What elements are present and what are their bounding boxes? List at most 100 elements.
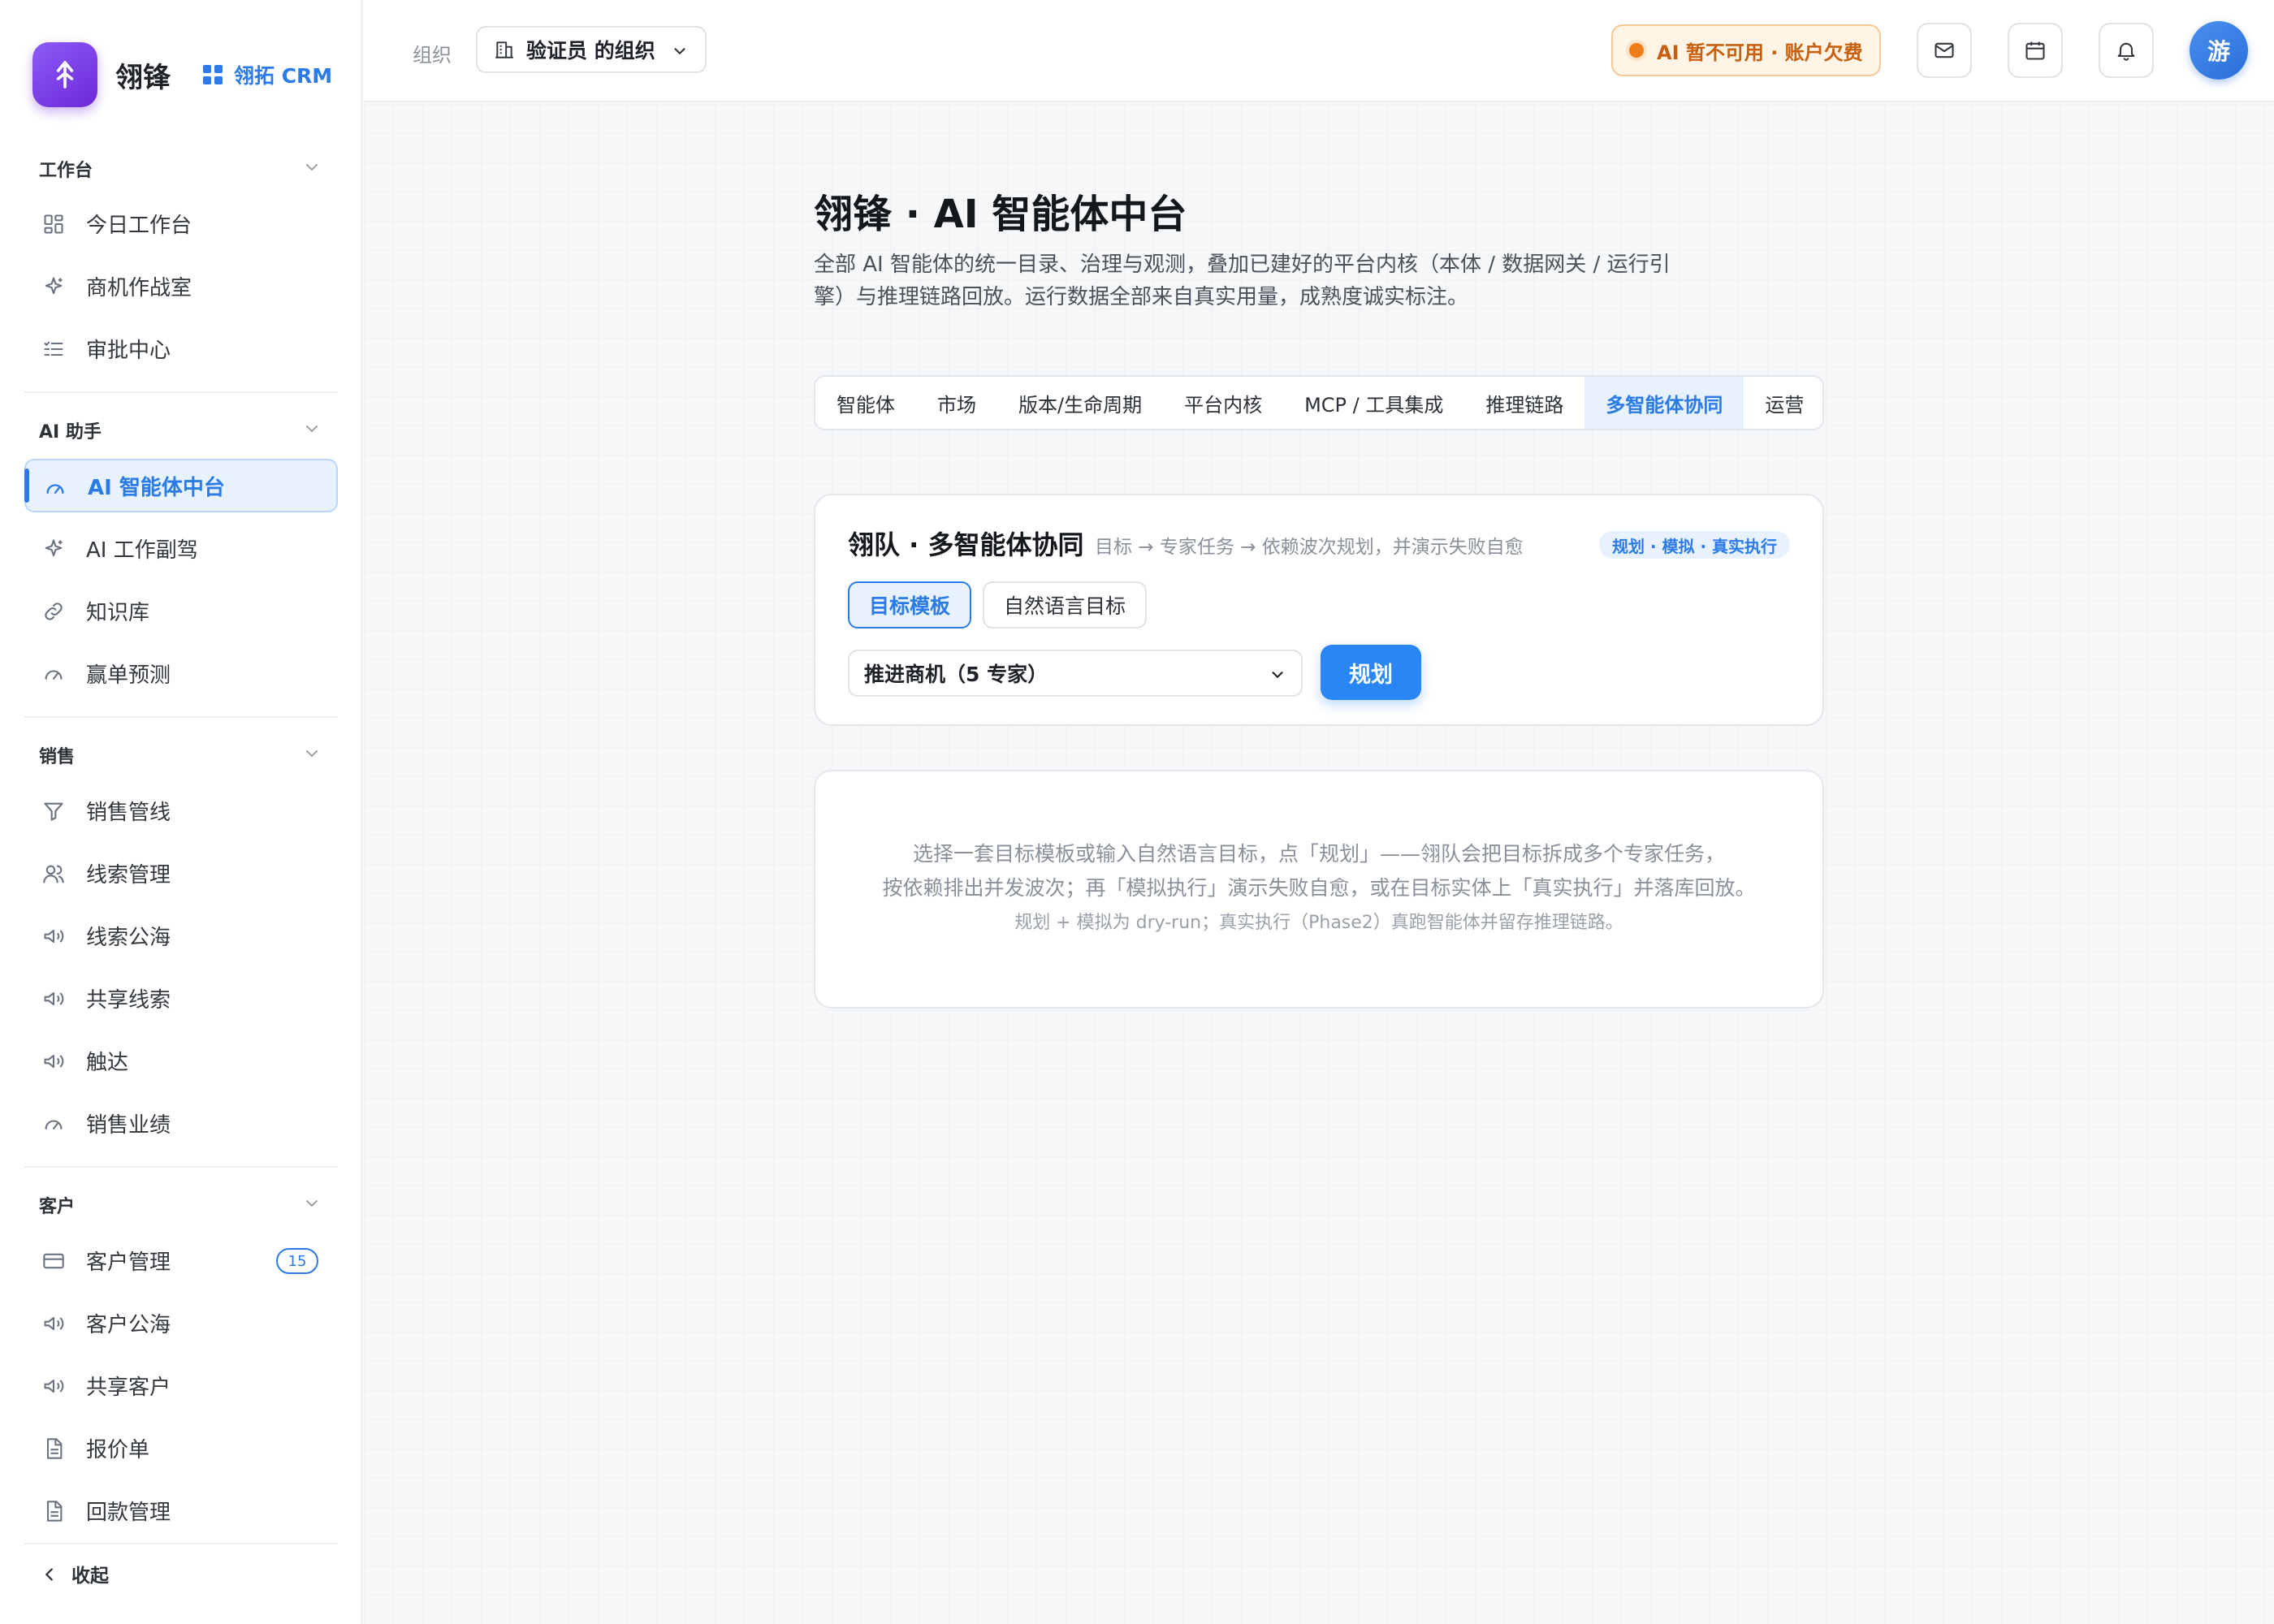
sidebar-item-forecast[interactable]: 赢单预测 <box>24 646 338 700</box>
tab-platform-core[interactable]: 平台内核 <box>1163 377 1283 429</box>
chevron-down-icon[interactable] <box>302 158 322 177</box>
plan-button[interactable]: 规划 <box>1321 645 1421 700</box>
tab-bar: 智能体 市场 版本/生命周期 平台内核 MCP / 工具集成 推理链路 多智能体… <box>814 375 1824 430</box>
nav-group-workbench[interactable]: 工作台 <box>39 156 93 182</box>
template-select[interactable]: 推进商机（5 专家） <box>848 650 1303 697</box>
avatar[interactable]: 游 <box>2190 21 2248 80</box>
megaphone-icon <box>44 991 64 1006</box>
multi-agent-card: 翎队 · 多智能体协同 目标 → 专家任务 → 依赖波次规划，并演示失败自愈 规… <box>814 494 1824 726</box>
nav-group-sales[interactable]: 销售 <box>39 742 75 768</box>
sidebar-item-today[interactable]: 今日工作台 <box>24 197 338 250</box>
chevron-down-icon <box>1272 672 1283 679</box>
bell-icon <box>2117 42 2135 61</box>
template-select-value: 推进商机（5 专家） <box>864 663 1048 686</box>
product-name: 翎拓 CRM <box>234 64 333 88</box>
chevron-down-icon <box>674 48 685 55</box>
ai-status-text: AI 暂不可用 · 账户欠费 <box>1657 41 1863 64</box>
sidebar-item-sales-performance[interactable]: 销售业绩 <box>24 1096 338 1150</box>
sidebar-item-label: 回款管理 <box>86 1500 171 1525</box>
chevron-down-icon[interactable] <box>302 419 322 438</box>
chevron-down-icon[interactable] <box>302 744 322 763</box>
sidebar-item-label: 线索公海 <box>86 925 171 950</box>
empty-hint-line-2: 按依赖排出并发波次；再「模拟执行」演示失败自愈，或在目标实体上「真实执行」并落库… <box>882 876 1756 900</box>
sidebar-item-label: 客户公海 <box>86 1312 171 1337</box>
sidebar: 翎锋 翎拓 CRM 工作台 今日工作台 商机作战室 审批中心 AI 助手 AI … <box>0 0 362 1624</box>
mode-pill: 规划 · 模拟 · 真实执行 <box>1598 531 1790 559</box>
megaphone-icon <box>44 1054 64 1069</box>
tab-versions[interactable]: 版本/生命周期 <box>997 377 1163 429</box>
sidebar-item-label: 触达 <box>86 1050 129 1075</box>
notifications-button[interactable] <box>2099 23 2154 78</box>
gauge-icon <box>45 1120 63 1129</box>
brand-logo-icon <box>32 42 97 107</box>
sidebar-item-label: 线索管理 <box>86 862 171 888</box>
sidebar-item-label: 今日工作台 <box>86 213 192 238</box>
sidebar-item-outreach[interactable]: 触达 <box>24 1034 338 1087</box>
sidebar-item-ai-hub[interactable]: AI 智能体中台 <box>24 459 338 512</box>
sidebar-item-customers[interactable]: 客户管理 15 <box>24 1233 338 1287</box>
sidebar-item-war-room[interactable]: 商机作战室 <box>24 259 338 313</box>
sidebar-item-quotes[interactable]: 报价单 <box>24 1421 338 1475</box>
sidebar-item-label: AI 智能体中台 <box>88 475 225 500</box>
sidebar-item-label: 销售业绩 <box>86 1112 171 1138</box>
page-title: 翎锋 · AI 智能体中台 <box>814 192 1187 237</box>
sidebar-item-label: 客户管理 <box>86 1250 171 1275</box>
sidebar-item-label: 审批中心 <box>86 338 171 363</box>
top-header: 组织 验证员 的组织 AI 暂不可用 · 账户欠费 游 <box>364 0 2274 102</box>
megaphone-icon <box>44 1379 64 1393</box>
sidebar-collapse-button[interactable]: 收起 <box>24 1543 338 1603</box>
sidebar-item-payments[interactable]: 回款管理 <box>24 1484 338 1537</box>
brand[interactable]: 翎锋 <box>32 42 171 107</box>
tab-multi-agent[interactable]: 多智能体协同 <box>1584 377 1744 429</box>
product-switch[interactable]: 翎拓 CRM <box>203 60 332 89</box>
nav-group-ai[interactable]: AI 助手 <box>39 417 102 443</box>
users-icon <box>43 865 64 883</box>
nav-group-customers[interactable]: 客户 <box>39 1192 75 1218</box>
sidebar-item-label: 共享线索 <box>86 987 171 1013</box>
chevron-down-icon[interactable] <box>302 1194 322 1213</box>
tab-mcp-tools[interactable]: MCP / 工具集成 <box>1283 377 1464 429</box>
org-selector[interactable]: 验证员 的组织 <box>476 26 707 73</box>
count-badge: 15 <box>276 1248 318 1274</box>
calendar-button[interactable] <box>2008 23 2063 78</box>
sidebar-item-leads[interactable]: 线索管理 <box>24 846 338 900</box>
ai-status-badge[interactable]: AI 暂不可用 · 账户欠费 <box>1611 24 1881 76</box>
sidebar-item-customer-pool[interactable]: 客户公海 <box>24 1296 338 1350</box>
sparkle-icon <box>45 539 63 557</box>
sidebar-item-shared-customers[interactable]: 共享客户 <box>24 1358 338 1412</box>
calendar-icon <box>2025 41 2045 60</box>
document-icon <box>46 1501 63 1522</box>
collapse-label: 收起 <box>71 1566 109 1587</box>
card-title: 翎队 · 多智能体协同 <box>848 529 1084 560</box>
empty-hint-note: 规划 + 模拟为 dry-run；真实执行（Phase2）真跑智能体并留存推理链… <box>1014 913 1623 933</box>
sidebar-item-pipeline[interactable]: 销售管线 <box>24 784 338 837</box>
gauge-icon <box>46 484 64 494</box>
tab-market[interactable]: 市场 <box>916 377 997 429</box>
status-dot-icon <box>1629 43 1644 58</box>
empty-hint-line-1: 选择一套目标模板或输入自然语言目标，点「规划」——翎队会把目标拆成多个专家任务， <box>912 842 1725 866</box>
org-name: 验证员 的组织 <box>526 39 655 63</box>
nav-divider <box>24 716 338 718</box>
nav-divider <box>24 1166 338 1168</box>
sidebar-item-label: AI 工作副驾 <box>86 538 198 563</box>
sidebar-item-label: 商机作战室 <box>86 275 192 300</box>
brand-name: 翎锋 <box>115 61 171 94</box>
org-label: 组织 <box>413 44 452 67</box>
document-icon <box>46 1438 63 1459</box>
funnel-icon <box>44 802 63 821</box>
megaphone-icon <box>44 929 64 944</box>
tab-agents[interactable]: 智能体 <box>815 377 916 429</box>
sidebar-item-lead-pool[interactable]: 线索公海 <box>24 909 338 962</box>
mode-template-button[interactable]: 目标模板 <box>848 581 971 628</box>
sidebar-item-shared-leads[interactable]: 共享线索 <box>24 971 338 1025</box>
sparkle-icon <box>45 277 63 295</box>
mail-button[interactable] <box>1917 23 1972 78</box>
tab-reasoning-trace[interactable]: 推理链路 <box>1464 377 1584 429</box>
list-check-icon <box>44 341 63 356</box>
sidebar-item-knowledge[interactable]: 知识库 <box>24 584 338 637</box>
card-subtitle: 目标 → 专家任务 → 依赖波次规划，并演示失败自愈 <box>1095 537 1524 558</box>
sidebar-item-approval[interactable]: 审批中心 <box>24 322 338 375</box>
mode-natural-language-button[interactable]: 自然语言目标 <box>983 581 1147 628</box>
sidebar-item-ai-copilot[interactable]: AI 工作副驾 <box>24 521 338 575</box>
tab-operations[interactable]: 运营 <box>1744 377 1822 429</box>
